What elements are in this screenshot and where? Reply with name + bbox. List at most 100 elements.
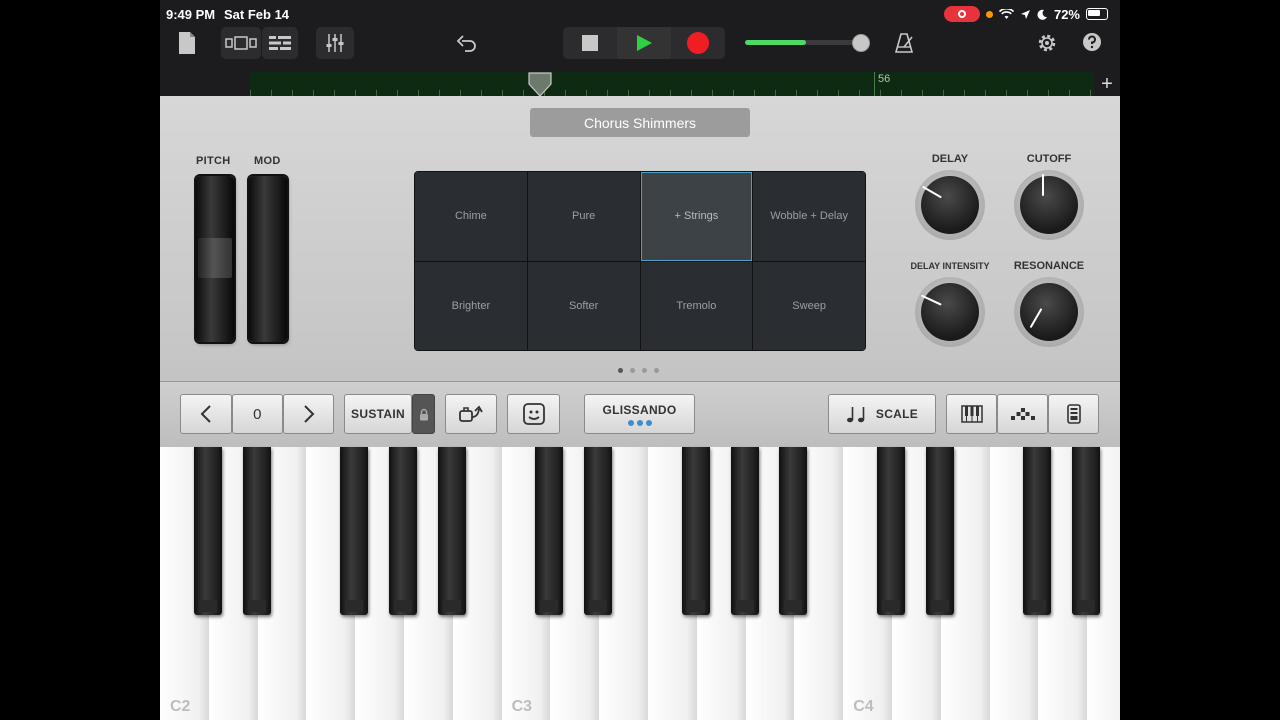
document-icon: [179, 32, 195, 54]
delay-intensity-knob-label: DELAY INTENSITY: [910, 261, 990, 271]
sound-grid-cell[interactable]: + Strings: [640, 172, 753, 261]
black-key[interactable]: [730, 447, 759, 615]
ruler-bar-mark: [874, 72, 875, 96]
knob-indicator: [1042, 174, 1044, 196]
black-key[interactable]: [779, 447, 808, 615]
octave-down-button[interactable]: [180, 394, 232, 434]
status-bar: 9:49 PM Sat Feb 14 72%: [160, 0, 1120, 28]
octave-up-button[interactable]: [283, 394, 334, 434]
status-right: 72%: [943, 6, 1108, 22]
gear-icon: [1038, 34, 1056, 52]
browser-icon: [225, 36, 257, 50]
black-key[interactable]: [925, 447, 954, 615]
sound-grid-cell[interactable]: Wobble + Delay: [753, 172, 865, 261]
black-key[interactable]: [1023, 447, 1052, 615]
tracks-icon: [269, 36, 291, 50]
sustain-button[interactable]: SUSTAIN: [344, 394, 412, 434]
arpeggiator-icon: [459, 405, 483, 422]
page-dot: [642, 368, 647, 373]
arpeggio-pattern-button[interactable]: [997, 394, 1048, 434]
sound-grid: Chime Pure + Strings Wobble + Delay Brighter…: [414, 171, 866, 351]
resonance-knob[interactable]: [1014, 277, 1084, 347]
instrument-panel: Chorus Shimmers PITCH MOD Chime Pure + Str…: [160, 96, 1120, 381]
volume-fill: [745, 40, 806, 45]
sliders-icon: [326, 34, 344, 52]
black-key[interactable]: [389, 447, 417, 615]
arpeggiator-button[interactable]: [445, 394, 497, 434]
settings-button[interactable]: [1033, 28, 1061, 58]
delay-knob-label: DELAY: [931, 153, 969, 165]
status-date: Sat Feb 14: [224, 7, 290, 22]
sound-grid-cell[interactable]: Softer: [527, 261, 640, 350]
wifi-icon: [998, 8, 1014, 19]
black-key[interactable]: [242, 447, 271, 615]
volume-slider-handle[interactable]: [852, 34, 870, 52]
black-key[interactable]: [193, 447, 222, 615]
black-key[interactable]: [1072, 447, 1101, 615]
sound-grid-cell[interactable]: Chime: [415, 172, 527, 261]
metronome-button[interactable]: [891, 28, 917, 58]
chevron-left-icon: [200, 405, 211, 423]
black-key[interactable]: [437, 447, 466, 615]
delay-knob[interactable]: [915, 170, 985, 240]
ruler-bar-label: 56: [878, 73, 891, 85]
delay-intensity-knob[interactable]: [915, 277, 985, 347]
black-key[interactable]: [877, 447, 905, 615]
page-indicator[interactable]: [618, 368, 659, 373]
help-button[interactable]: [1081, 31, 1103, 53]
my-songs-button[interactable]: [174, 28, 200, 58]
black-key[interactable]: [681, 447, 710, 615]
octave-label: C4: [853, 698, 874, 715]
black-key[interactable]: [584, 447, 613, 615]
channel-strip-icon: [1066, 404, 1081, 424]
question-icon: [1083, 33, 1101, 51]
cutoff-knob-label: CUTOFF: [1026, 153, 1072, 165]
page-dot: [654, 368, 659, 373]
keyboard-layout-button[interactable]: [946, 394, 997, 434]
arpeggio-dots-icon: [1010, 408, 1035, 420]
record-icon: [687, 32, 709, 54]
patch-name-button[interactable]: Chorus Shimmers: [530, 108, 750, 137]
page-dot: [630, 368, 635, 373]
undo-button[interactable]: [452, 28, 482, 58]
mic-indicator-icon: [985, 10, 993, 18]
mixer-button[interactable]: [316, 27, 354, 59]
cutoff-knob[interactable]: [1014, 170, 1084, 240]
page-dot: [618, 368, 623, 373]
tracks-view-button[interactable]: [262, 27, 298, 59]
battery-icon: [1086, 8, 1108, 20]
location-icon: [1020, 9, 1030, 19]
scale-button[interactable]: SCALE: [828, 394, 936, 434]
undo-icon: [456, 35, 476, 52]
mixer-strip-button[interactable]: [1048, 394, 1099, 434]
glissando-button[interactable]: GLISSANDO: [584, 394, 695, 434]
metronome-icon: [894, 33, 914, 53]
octave-label: C2: [170, 698, 191, 715]
sustain-lock-button[interactable]: [412, 394, 435, 434]
black-key[interactable]: [340, 447, 369, 615]
black-key[interactable]: [535, 447, 564, 615]
sound-grid-cell[interactable]: Brighter: [415, 261, 527, 350]
lock-icon: [419, 408, 428, 420]
record-button[interactable]: [671, 27, 725, 59]
timeline-ruler[interactable]: 56: [250, 72, 1094, 96]
pitch-wheel[interactable]: [196, 176, 234, 342]
smart-controls-button[interactable]: [507, 394, 560, 434]
play-icon: [637, 35, 652, 51]
sound-grid-cell[interactable]: Pure: [527, 172, 640, 261]
sound-grid-cell[interactable]: Tremolo: [640, 261, 753, 350]
browser-view-button[interactable]: [221, 27, 261, 59]
stop-icon: [582, 35, 598, 51]
keyboard-control-strip: 0 SUSTAIN GLISSANDO SCALE: [160, 381, 1120, 448]
transport-controls: [563, 27, 725, 59]
master-volume-slider[interactable]: [745, 40, 855, 45]
octave-label: C3: [511, 698, 533, 715]
sound-grid-cell[interactable]: Sweep: [753, 261, 865, 350]
moon-icon: [1037, 9, 1047, 20]
mod-wheel[interactable]: [249, 176, 287, 342]
add-section-button[interactable]: +: [1098, 72, 1116, 96]
stop-button[interactable]: [563, 27, 617, 59]
play-button[interactable]: [617, 27, 671, 59]
mod-wheel-label: MOD: [254, 155, 281, 167]
piano-keyboard: C2 C3 C4: [160, 447, 1120, 720]
